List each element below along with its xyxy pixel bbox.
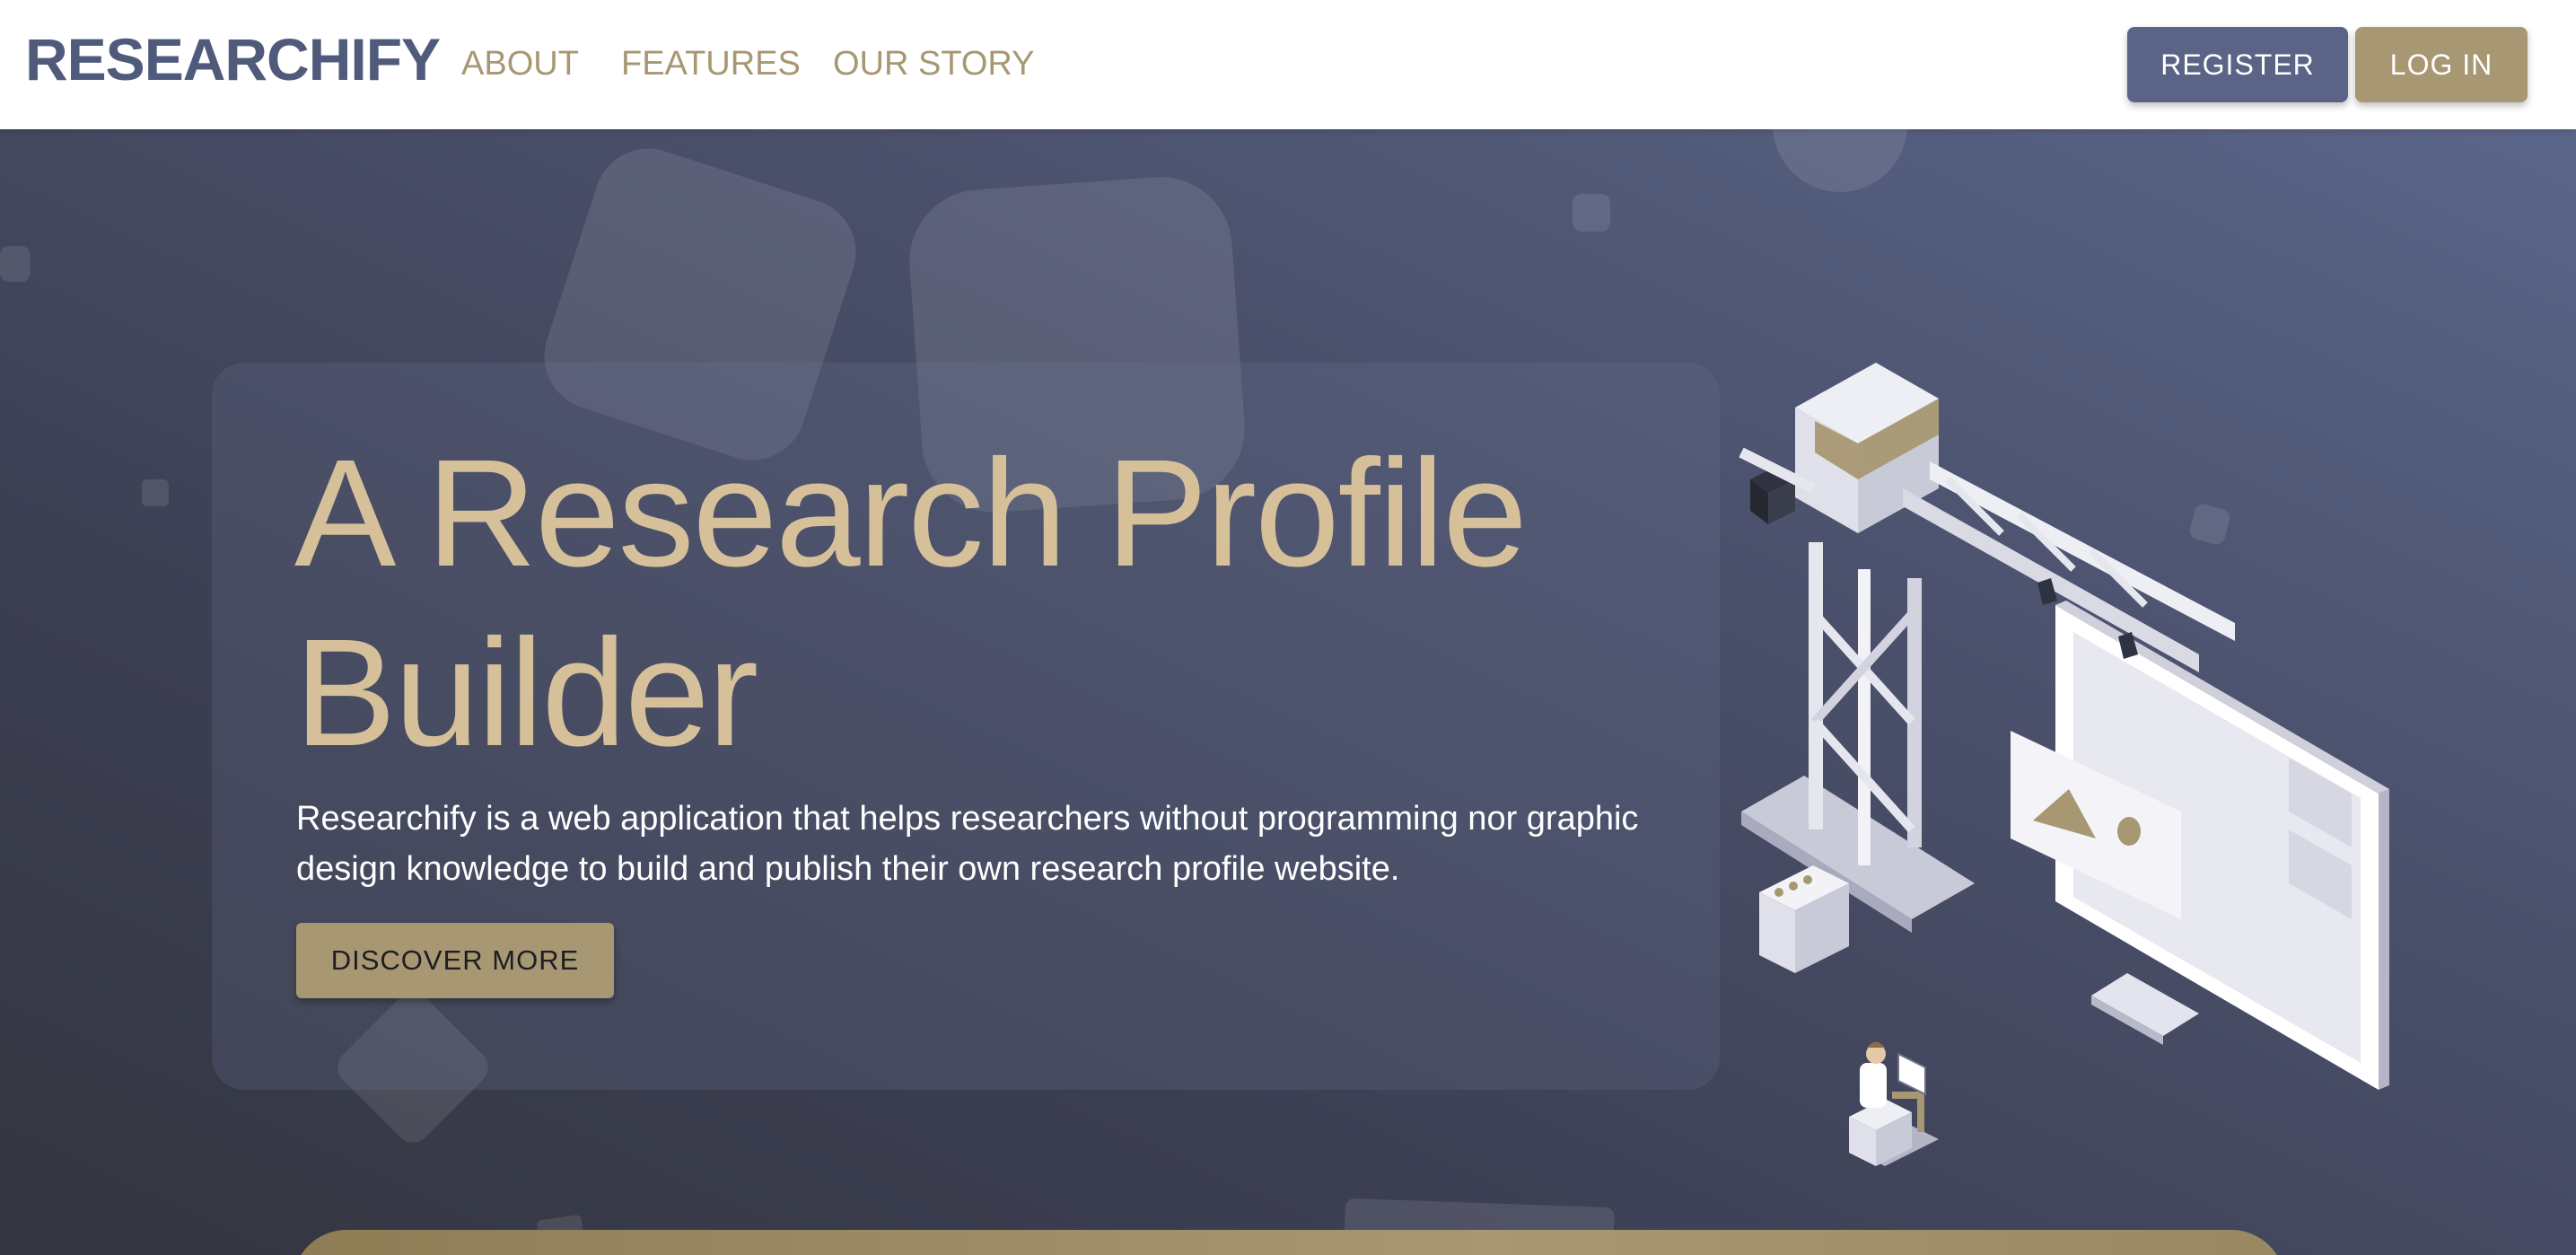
nav-link-features[interactable]: FEATURES [621, 45, 801, 83]
monitor-illustration [2011, 601, 2389, 1090]
login-button[interactable]: LOG IN [2355, 27, 2528, 102]
decorative-blob [1573, 194, 1610, 232]
crane-monitor-illustration [1739, 363, 2389, 1166]
hero-section: A Research Profile Builder Researchify i… [0, 129, 2576, 1255]
register-button[interactable]: REGISTER [2127, 27, 2348, 102]
site-logo[interactable]: RESEARCHIFY [25, 25, 441, 93]
features-section-top [293, 1230, 2285, 1255]
hero-title: A Research Profile Builder [294, 428, 1528, 778]
decorative-blob [1773, 129, 1907, 192]
person-with-laptop-illustration [1849, 1041, 1939, 1166]
decorative-blob [142, 479, 169, 506]
decorative-blob [0, 246, 31, 282]
hero-description: Researchify is a web application that he… [296, 800, 1639, 888]
discover-more-button[interactable]: DISCOVER MORE [296, 923, 614, 998]
nav-link-about[interactable]: ABOUT [461, 45, 579, 83]
top-navbar: RESEARCHIFY ABOUT FEATURES OUR STORY REG… [0, 0, 2576, 129]
nav-link-our-story[interactable]: OUR STORY [833, 45, 1035, 83]
